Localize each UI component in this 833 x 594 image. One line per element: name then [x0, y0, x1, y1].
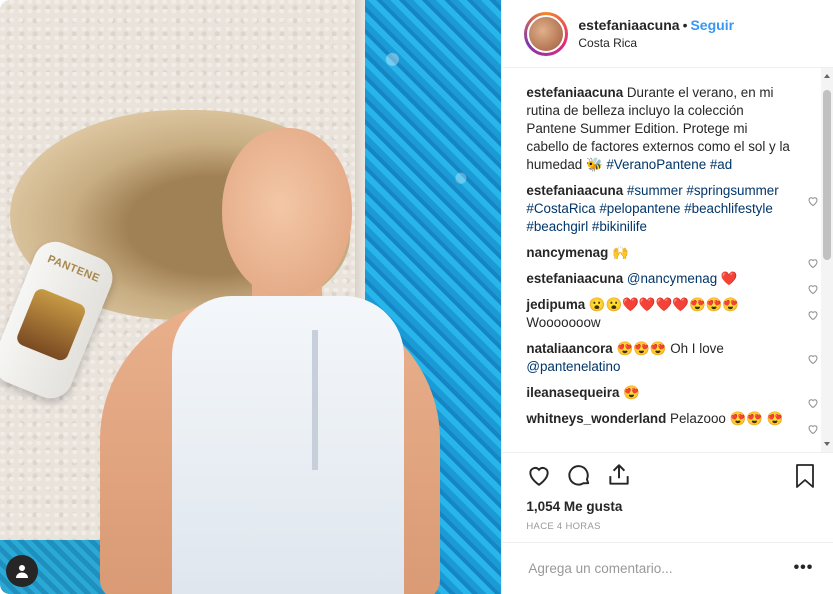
comment-text: 😍😍😍 Oh I love	[616, 341, 724, 356]
comment-text: Pelazooo 😍😍 😍	[670, 411, 784, 426]
swimsuit-zip	[312, 330, 318, 470]
post-time[interactable]: HACE 4 HORAS	[502, 521, 833, 532]
comment-like-heart-icon[interactable]	[807, 352, 819, 365]
comment-like-heart-icon[interactable]	[807, 422, 819, 435]
comment-username[interactable]: jedipuma	[526, 297, 585, 312]
comment-item: estefaniaacuna @nancymenag ❤️	[526, 270, 818, 295]
post-header: estefaniaacuna • Seguir Costa Rica	[502, 0, 833, 68]
comment-like-heart-icon[interactable]	[807, 308, 819, 321]
comment-username[interactable]: nancymenag	[526, 245, 608, 260]
comment-username[interactable]: estefaniaacuna	[526, 183, 623, 198]
heart-icon[interactable]	[526, 462, 552, 488]
comment-item: estefaniaacuna Durante el verano, en mi …	[526, 84, 791, 174]
comment-item: nataliaancora 😍😍😍 Oh I love @pantenelati…	[526, 340, 818, 376]
likes-count[interactable]: 1,054 Me gusta	[502, 499, 833, 514]
comment-hashtags[interactable]: @nancymenag ❤️	[627, 271, 738, 286]
post-photo[interactable]: PANTENE	[0, 0, 502, 594]
comment-username[interactable]: estefaniaacuna	[526, 271, 623, 286]
face	[222, 128, 352, 298]
scroll-up-arrow-icon[interactable]	[824, 74, 831, 78]
bottle-label	[14, 286, 88, 363]
comment-item: estefaniaacuna #summer #springsummer #Co…	[526, 182, 818, 236]
comment-icon[interactable]	[566, 462, 592, 488]
comment-hashtags[interactable]: @pantenelatino	[526, 359, 620, 374]
comments-list: estefaniaacuna Durante el verano, en mi …	[502, 68, 833, 452]
share-icon[interactable]	[606, 462, 632, 488]
action-bar: 1,054 Me gusta HACE 4 HORAS	[502, 452, 833, 532]
bookmark-icon[interactable]	[793, 463, 817, 489]
comment-text: 😍	[623, 385, 640, 400]
tagged-user-icon[interactable]	[6, 555, 38, 587]
comment-text: 🙌	[612, 245, 629, 260]
comment-username[interactable]: ileanasequeira	[526, 385, 619, 400]
comment-like-heart-icon[interactable]	[807, 396, 819, 409]
header-username[interactable]: estefaniaacuna	[578, 17, 679, 33]
scrollbar[interactable]	[821, 68, 833, 452]
comment-item: whitneys_wonderland Pelazooo 😍😍 😍	[526, 410, 818, 435]
comment-item: nancymenag 🙌	[526, 244, 818, 269]
post-side-panel: estefaniaacuna • Seguir Costa Rica estefan…	[501, 0, 833, 594]
comment-username[interactable]: nataliaancora	[526, 341, 612, 356]
comment-item: ileanasequeira 😍	[526, 384, 818, 409]
more-options-icon[interactable]: •••	[794, 559, 814, 577]
header-separator: •	[682, 17, 688, 33]
comment-like-heart-icon[interactable]	[807, 256, 819, 269]
instagram-post: PANTENE estefaniaacuna • Seguir Costa Rica…	[0, 0, 833, 594]
follow-button[interactable]: Seguir	[690, 17, 734, 33]
scroll-down-arrow-icon[interactable]	[824, 442, 831, 446]
avatar[interactable]	[527, 14, 566, 53]
white-swimsuit	[172, 296, 404, 594]
comment-username[interactable]: estefaniaacuna	[526, 85, 623, 100]
comment-input[interactable]	[526, 560, 771, 577]
comment-username[interactable]: whitneys_wonderland	[526, 411, 666, 426]
location-link[interactable]: Costa Rica	[578, 36, 734, 50]
scroll-thumb[interactable]	[823, 90, 832, 260]
comment-like-heart-icon[interactable]	[807, 194, 819, 207]
comment-hashtags[interactable]: #VeranoPantene #ad	[606, 157, 732, 172]
comment-like-heart-icon[interactable]	[807, 282, 819, 295]
avatar-ring[interactable]	[524, 11, 569, 56]
add-comment-bar: •••	[502, 542, 833, 594]
comment-item: jedipuma 😮😮❤️❤️❤️❤️😍😍😍 Wooooooow	[526, 296, 818, 332]
